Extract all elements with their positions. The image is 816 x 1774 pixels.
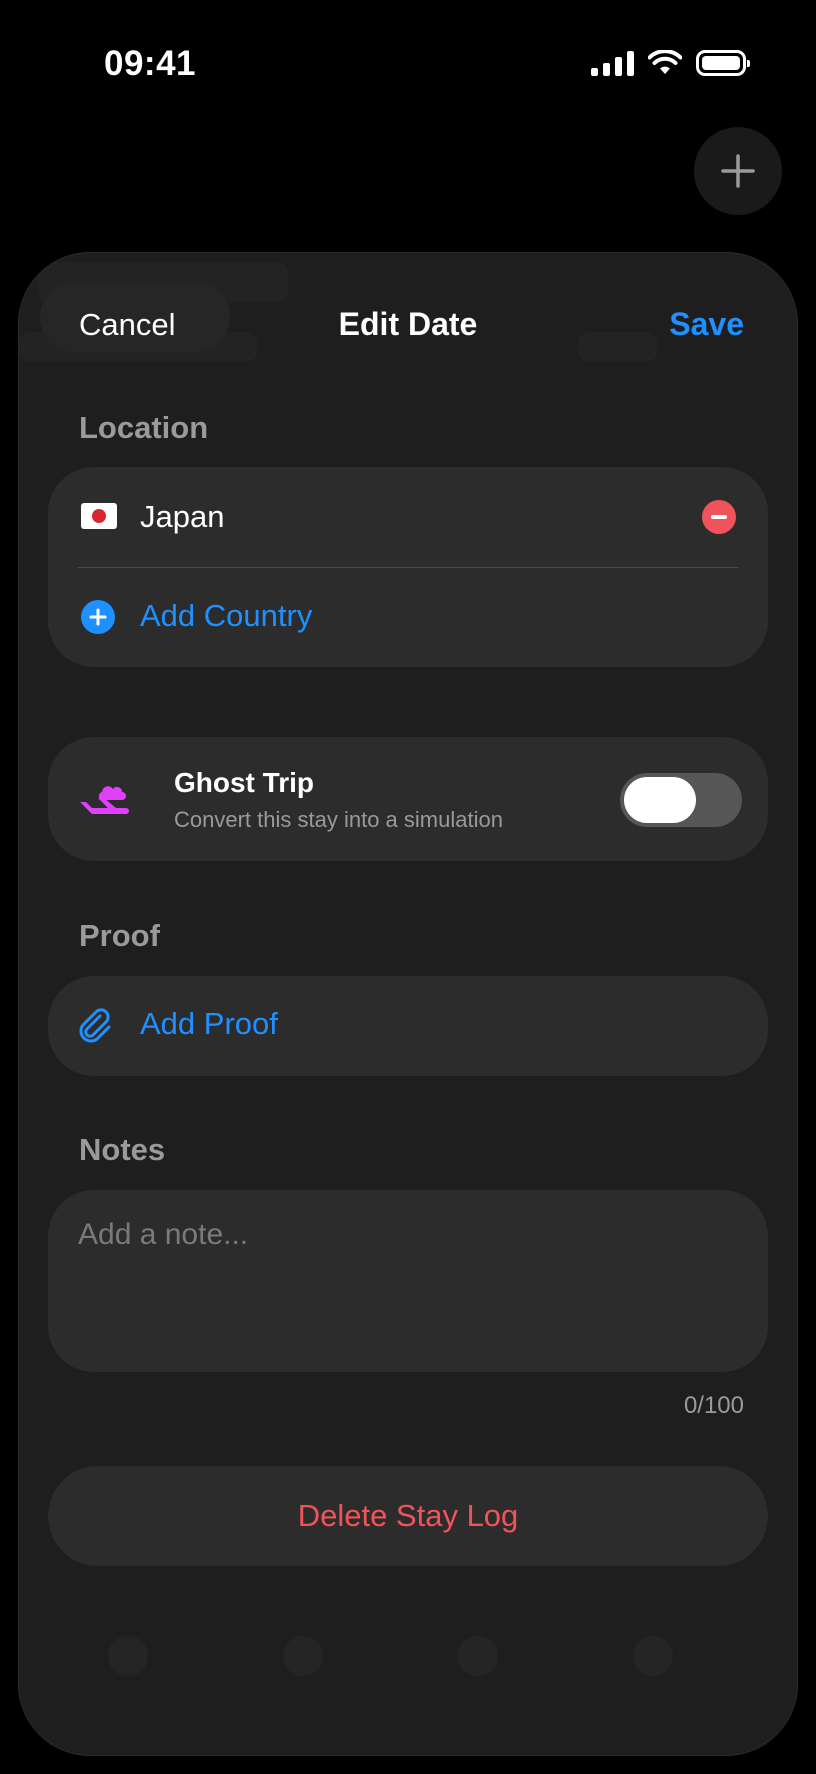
country-row-japan[interactable]: Japan [48, 467, 768, 567]
status-icons [591, 50, 750, 76]
background-tab-icon [283, 1636, 323, 1676]
ghost-trip-title: Ghost Trip [174, 767, 314, 798]
wifi-icon [648, 50, 682, 74]
notes-input[interactable] [48, 1190, 768, 1372]
add-button[interactable] [694, 127, 782, 215]
save-button[interactable]: Save [669, 306, 744, 343]
battery-icon [696, 50, 750, 76]
ghost-trip-subtitle: Convert this stay into a simulation [174, 807, 503, 832]
japan-flag-icon [81, 503, 117, 529]
add-country-label: Add Country [140, 598, 313, 633]
signal-icon [591, 50, 634, 76]
country-name: Japan [140, 499, 225, 534]
background-tab-icon [458, 1636, 498, 1676]
ghost-trip-toggle[interactable] [620, 773, 742, 827]
proof-section-label: Proof [79, 918, 160, 953]
plane-cloud-icon [80, 786, 129, 814]
add-proof-label: Add Proof [140, 1006, 278, 1041]
background-tab-icon [633, 1636, 673, 1676]
notes-section-label: Notes [79, 1132, 166, 1167]
status-bar: 09:41 [0, 0, 816, 130]
background-tab-icon [108, 1636, 148, 1676]
toggle-knob [624, 777, 696, 823]
nav-bar: Cancel Edit Date Save [18, 252, 798, 402]
status-time: 09:41 [104, 44, 197, 83]
remove-country-button[interactable] [702, 500, 736, 534]
delete-stay-log-button[interactable]: Delete Stay Log [48, 1466, 768, 1566]
edit-date-sheet: Cancel Edit Date Save Location Japan Add… [18, 252, 798, 1756]
paperclip-icon [79, 1008, 111, 1043]
notes-char-count: 0/100 [683, 1392, 744, 1419]
location-card: Japan Add Country [48, 467, 768, 667]
background-tab-bar [18, 1626, 798, 1716]
minus-icon [711, 515, 727, 519]
ghost-trip-card: Ghost Trip Convert this stay into a simu… [48, 737, 768, 861]
add-proof-button[interactable]: Add Proof [48, 976, 768, 1076]
add-country-button[interactable]: Add Country [48, 568, 768, 667]
location-section-label: Location [79, 410, 209, 445]
plus-icon [721, 154, 755, 188]
add-circle-icon [81, 600, 115, 634]
